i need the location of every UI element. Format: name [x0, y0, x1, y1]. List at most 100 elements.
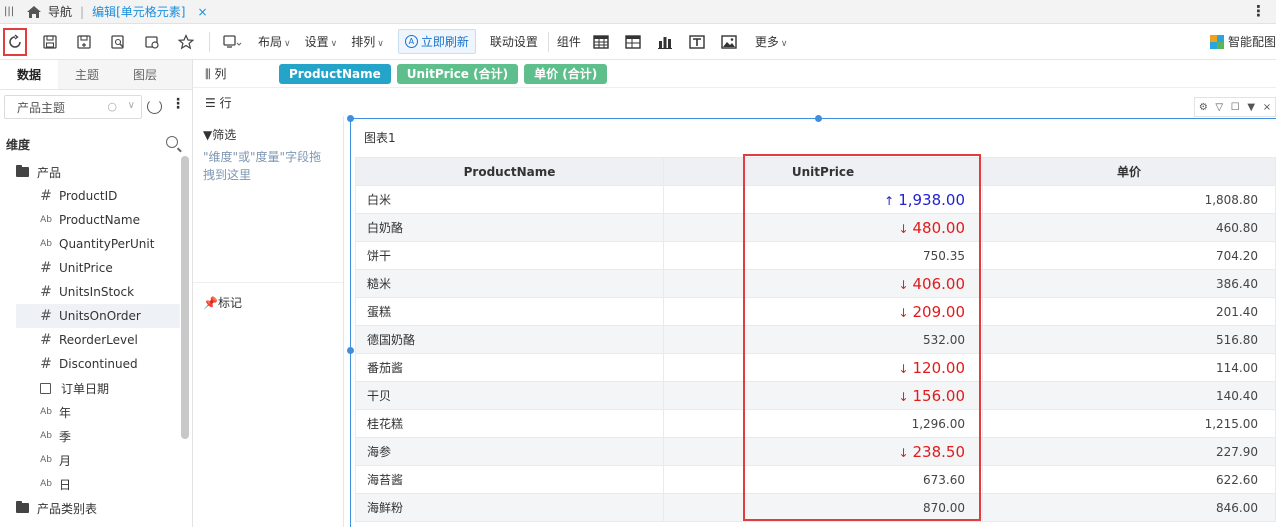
dropdown-icon[interactable]: ▼ — [1247, 102, 1255, 113]
cell-price: 1,808.80 — [982, 185, 1276, 214]
image-component-icon[interactable] — [721, 34, 737, 49]
columns-label-text: 列 — [214, 67, 227, 81]
smart-chart-button[interactable]: 智能配图 — [1209, 33, 1276, 50]
tree-item-label: UnitsInStock — [59, 285, 135, 299]
arrange-menu[interactable]: 排列 ∨ — [351, 33, 384, 50]
export-icon[interactable] — [141, 31, 163, 53]
layout-menu[interactable]: 布局 ∨ — [258, 33, 291, 50]
cell-unitprice-value: 480.00 — [912, 218, 966, 237]
tree-folder-product[interactable]: 产品 — [0, 160, 180, 184]
topic-select[interactable]: 产品主题 ○ ∨ — [4, 95, 142, 119]
rows-shelf: ☰ 行 — [193, 88, 1276, 116]
tab-data[interactable]: 数据 — [0, 60, 58, 89]
column-chip-unitprice[interactable]: UnitPrice (合计) — [396, 63, 519, 84]
table-row: 德国奶酪 532.00 516.80 — [355, 325, 1276, 354]
tree-item-label: UnitsOnOrder — [59, 309, 141, 323]
more-vertical-icon[interactable]: ⋮ — [1251, 2, 1266, 20]
crosstab-component-icon[interactable] — [625, 34, 641, 49]
dimension-search-icon[interactable] — [166, 136, 178, 148]
arrow-down-icon: ↓ — [898, 277, 909, 292]
number-icon: # — [40, 332, 52, 348]
tree-field-quarter[interactable]: Ab 季 — [0, 424, 180, 448]
rows-icon: ☰ — [205, 95, 220, 110]
cell-price: 1,215.00 — [982, 409, 1276, 438]
save-as-icon[interactable] — [73, 31, 95, 53]
tree-field-unitsonorder[interactable]: # UnitsOnOrder — [16, 304, 180, 328]
table-row: 干贝 ↓ 156.00 140.40 — [355, 381, 1276, 410]
close-icon[interactable]: × — [1263, 102, 1271, 113]
header-price[interactable]: 单价 — [982, 157, 1276, 186]
cell-unitprice-value: 532.00 — [923, 332, 965, 347]
nav-tab[interactable]: 导航 — [48, 3, 72, 20]
bar-chart-component-icon[interactable] — [657, 35, 673, 49]
rows-label-text: 行 — [219, 95, 232, 110]
tree-field-unitprice[interactable]: # UnitPrice — [0, 256, 180, 280]
tree-field-quantityperunit[interactable]: Ab QuantityPerUnit — [0, 232, 180, 256]
refresh-topic-icon[interactable] — [147, 99, 162, 114]
table-row: 饼干 750.35 704.20 — [355, 241, 1276, 270]
tab-close-icon[interactable]: × — [197, 5, 207, 19]
tree-field-day[interactable]: Ab 日 — [0, 472, 180, 496]
more-menu[interactable]: 更多 ∨ — [755, 33, 788, 50]
toolbar-divider — [209, 31, 210, 52]
tab-layers[interactable]: 图层 — [116, 60, 174, 89]
tab-edit-cell-element[interactable]: 编辑[单元格元素] — [92, 3, 185, 20]
chart-title: 图表1 — [364, 131, 396, 145]
settings-menu[interactable]: 设置 ∨ — [305, 33, 338, 50]
search-icon[interactable]: ○ — [107, 100, 117, 113]
tree-field-reorderlevel[interactable]: # ReorderLevel — [0, 328, 180, 352]
resize-handle-top[interactable] — [815, 115, 822, 122]
filter-drop-zone[interactable]: "维度"或"度量"字段拖拽到这里 — [203, 148, 333, 184]
tree-field-year[interactable]: Ab 年 — [0, 400, 180, 424]
preview-icon[interactable] — [107, 31, 129, 53]
refresh-circle-icon: A — [404, 35, 418, 48]
cell-price: 114.00 — [982, 353, 1276, 382]
save-icon[interactable] — [39, 31, 61, 53]
header-productname[interactable]: ProductName — [355, 157, 664, 186]
tree-item-label: QuantityPerUnit — [59, 237, 155, 251]
table-row: 蛋糕 ↓ 209.00 201.40 — [355, 297, 1276, 326]
rows-label: ☰ 行 — [205, 94, 232, 111]
tree-folder-category[interactable]: 产品类别表 — [0, 496, 180, 520]
table-component-icon[interactable] — [593, 34, 609, 49]
tree-item-label: 年 — [59, 405, 72, 420]
tab-separator: | — [80, 4, 85, 19]
tab-theme[interactable]: 主题 — [58, 60, 116, 89]
tree-field-order-date[interactable]: 订单日期 — [0, 376, 180, 400]
tree-field-month[interactable]: Ab 月 — [0, 448, 180, 472]
tree-field-productid[interactable]: # ProductID — [0, 184, 180, 208]
tree-field-unitsinstock[interactable]: # UnitsInStock — [0, 280, 180, 304]
cell-price: 201.40 — [982, 297, 1276, 326]
more-vertical-icon[interactable]: ⋮ — [171, 96, 185, 112]
filter-icon[interactable]: ▽ — [1215, 102, 1223, 113]
tab-bar: ||| 导航 | 编辑[单元格元素] × ⋮ — [0, 0, 1276, 24]
header-unitprice[interactable]: UnitPrice — [663, 157, 983, 186]
device-preview-icon[interactable] — [222, 31, 244, 53]
home-icon[interactable] — [26, 5, 42, 19]
chevron-down-icon[interactable]: ∨ — [128, 100, 135, 111]
maximize-icon[interactable]: ☐ — [1231, 102, 1240, 113]
table-header-row: ProductName UnitPrice 单价 — [355, 157, 1276, 186]
tree-scrollbar[interactable] — [181, 156, 189, 439]
cell-unitprice: 870.00 — [663, 493, 983, 522]
text-icon: Ab — [40, 215, 52, 225]
tree-field-discontinued[interactable]: # Discontinued — [0, 352, 180, 376]
column-chip-price[interactable]: 单价 (合计) — [524, 63, 608, 84]
favorite-star-icon[interactable] — [175, 31, 197, 53]
grip-icon[interactable]: ||| — [4, 6, 16, 17]
number-icon: # — [40, 260, 52, 276]
text-component-icon[interactable] — [689, 34, 705, 49]
link-settings-button[interactable]: 联动设置 — [490, 33, 538, 50]
resize-handle-left[interactable] — [347, 347, 354, 354]
number-icon: # — [40, 356, 52, 372]
cell-price: 516.80 — [982, 325, 1276, 354]
cell-unitprice: ↓ 120.00 — [663, 353, 983, 382]
refresh-icon[interactable] — [3, 27, 27, 56]
settings-icon[interactable]: ⚙ — [1199, 102, 1208, 113]
tree-field-productname[interactable]: Ab ProductName — [0, 208, 180, 232]
column-chip-productname[interactable]: ProductName — [279, 63, 391, 84]
tree-item-label: Discontinued — [59, 357, 138, 371]
cell-productname: 饼干 — [355, 241, 664, 270]
refresh-now-button[interactable]: A 立即刷新 — [397, 29, 476, 54]
resize-handle-corner[interactable] — [347, 115, 354, 122]
